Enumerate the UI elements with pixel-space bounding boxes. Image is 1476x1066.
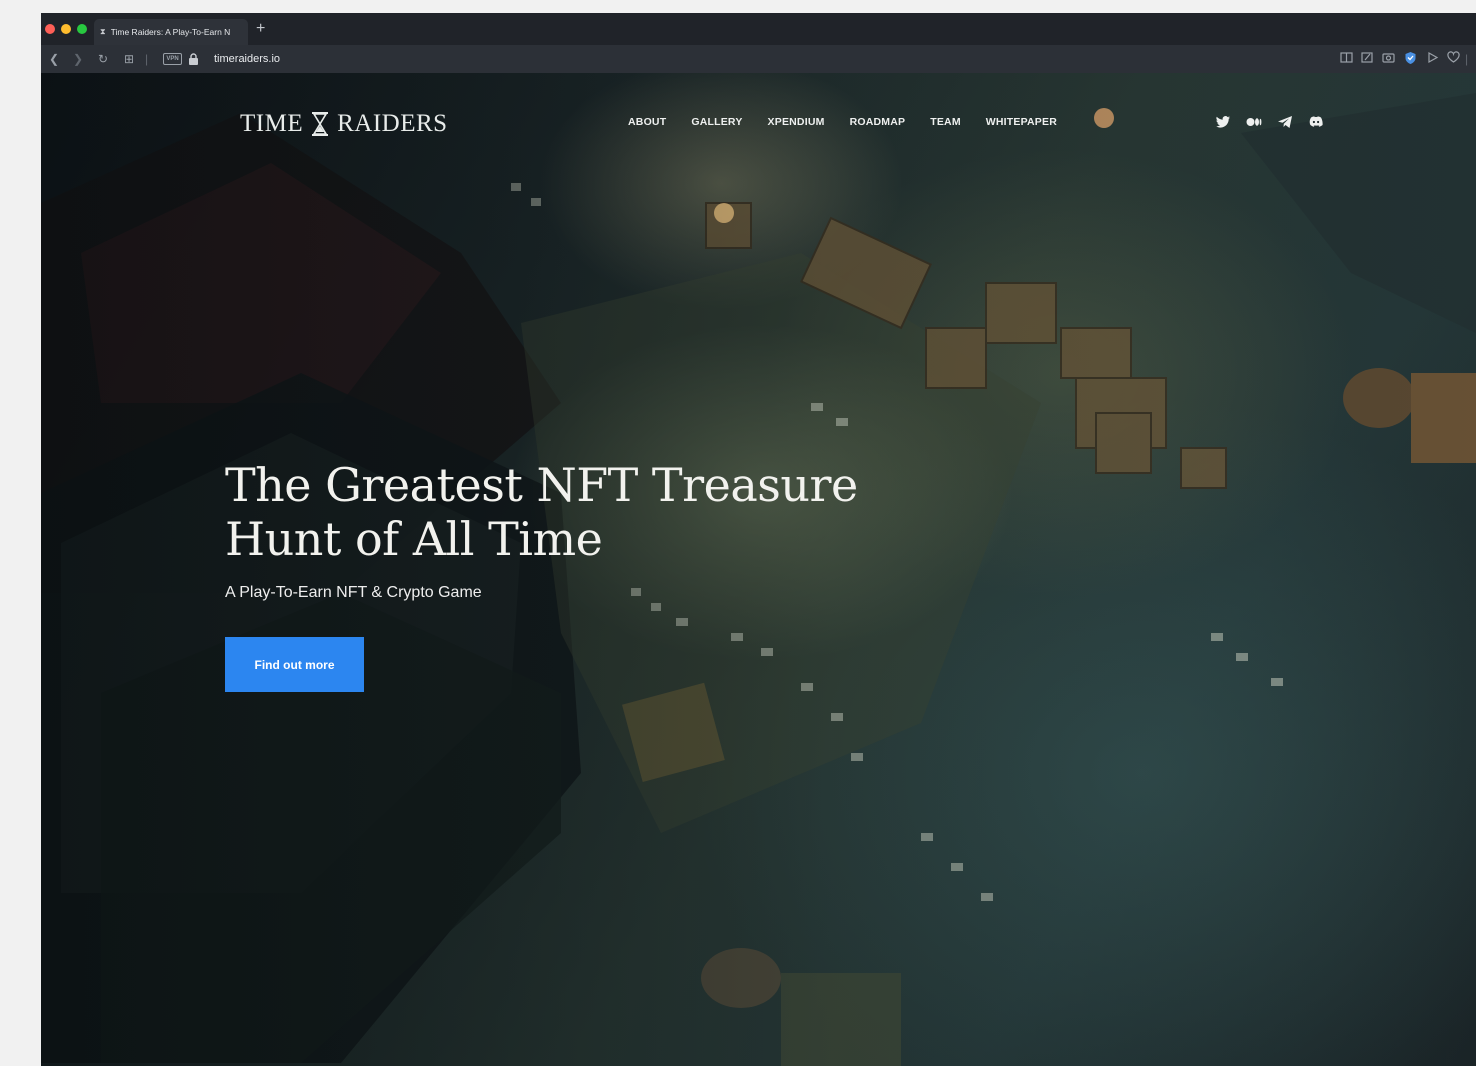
nav-team[interactable]: TEAM xyxy=(930,115,961,129)
medium-icon[interactable] xyxy=(1246,114,1262,130)
discord-icon[interactable] xyxy=(1308,114,1324,130)
social-links xyxy=(1215,114,1324,130)
find-out-more-button[interactable]: Find out more xyxy=(225,637,364,692)
back-icon[interactable]: ❮ xyxy=(49,50,59,68)
forward-icon[interactable]: ❯ xyxy=(73,50,83,68)
hero-subtitle: A Play-To-Earn NFT & Crypto Game xyxy=(225,584,482,601)
vpn-badge[interactable]: VPN xyxy=(163,53,182,65)
address-toolbar: ❮ ❯ ↻ ⊞ | VPN timeraiders.io | xyxy=(41,45,1476,73)
browser-tab[interactable]: ⧗ Time Raiders: A Play-To-Earn N xyxy=(94,19,248,45)
nav-xpendium[interactable]: XPENDIUM xyxy=(768,115,825,129)
reader-view-icon[interactable] xyxy=(1340,51,1353,64)
main-nav: ABOUT GALLERY XPENDIUM ROADMAP TEAM WHIT… xyxy=(628,115,1082,129)
telegram-icon[interactable] xyxy=(1277,114,1293,130)
camera-icon[interactable] xyxy=(1382,51,1395,64)
nav-gallery[interactable]: GALLERY xyxy=(691,115,742,129)
hourglass-icon: ⧗ xyxy=(100,27,106,36)
hourglass-icon xyxy=(312,112,329,136)
address-bar-url[interactable]: timeraiders.io xyxy=(214,51,280,67)
overlay-shade xyxy=(41,73,1476,1066)
minimize-window-button[interactable] xyxy=(61,24,71,34)
maximize-window-button[interactable] xyxy=(77,24,87,34)
heart-icon[interactable] xyxy=(1447,51,1460,64)
new-tab-button[interactable]: + xyxy=(256,20,265,38)
edit-image-icon[interactable] xyxy=(1361,51,1374,64)
nav-whitepaper[interactable]: WHITEPAPER xyxy=(986,115,1057,129)
close-window-button[interactable] xyxy=(45,24,55,34)
browser-window: ⧗ Time Raiders: A Play-To-Earn N + ❮ ❯ ↻… xyxy=(41,13,1476,1066)
toolbar-divider: | xyxy=(145,52,149,66)
grid-icon[interactable]: ⊞ xyxy=(124,50,134,68)
logo-text-right: RAIDERS xyxy=(337,110,448,137)
hero-title-line-1: The Greatest NFT Treasure xyxy=(225,458,858,512)
nav-about[interactable]: ABOUT xyxy=(628,115,666,129)
play-icon[interactable] xyxy=(1426,51,1439,64)
toolbar-divider: | xyxy=(1465,52,1469,66)
lock-icon xyxy=(189,53,198,65)
site-logo[interactable]: TIME RAIDERS xyxy=(240,110,448,137)
tab-title: Time Raiders: A Play-To-Earn N xyxy=(110,27,231,37)
shield-icon[interactable] xyxy=(1404,51,1417,64)
tab-strip: ⧗ Time Raiders: A Play-To-Earn N + xyxy=(41,13,1476,46)
logo-text-left: TIME xyxy=(240,110,304,137)
hero-title: The Greatest NFT Treasure Hunt of All Ti… xyxy=(225,458,865,566)
nav-roadmap[interactable]: ROADMAP xyxy=(850,115,906,129)
website-page: TIME RAIDERS ABOUT GALLERY XPENDIUM ROAD… xyxy=(41,73,1476,1066)
hero-title-line-2: Hunt of All Time xyxy=(225,512,603,566)
twitter-icon[interactable] xyxy=(1215,114,1231,130)
reload-icon[interactable]: ↻ xyxy=(98,50,108,68)
